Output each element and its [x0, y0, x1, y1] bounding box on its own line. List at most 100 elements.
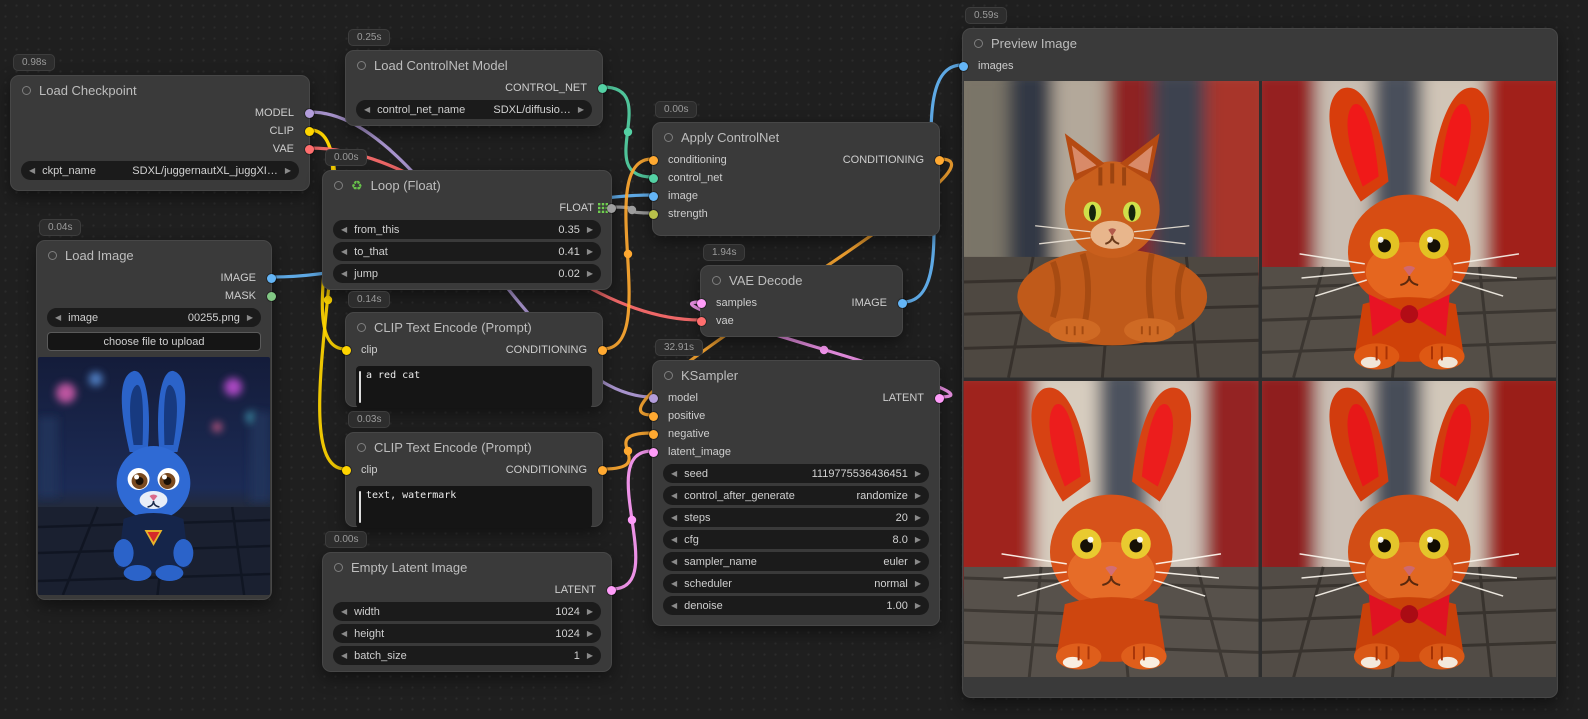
decrement-arrow-icon[interactable]: ◀	[671, 514, 677, 522]
increment-arrow-icon[interactable]: ▶	[915, 558, 921, 566]
output-dot-clip[interactable]	[305, 127, 314, 136]
output-dot-conditioning[interactable]	[935, 156, 944, 165]
input-dot-control-net[interactable]	[649, 174, 658, 183]
collapse-toggle-icon[interactable]	[664, 371, 673, 380]
input-dot-negative[interactable]	[649, 430, 658, 439]
node-header[interactable]: Load Checkpoint	[11, 76, 309, 104]
node-header[interactable]: Apply ControlNet	[653, 123, 939, 151]
node-empty-latent[interactable]: 0.00s Empty Latent Image LATENT ◀ width …	[322, 552, 612, 672]
widget-ckpt-name[interactable]: ◀ ckpt_name SDXL/juggernautXL_juggXI… ▶	[21, 161, 299, 180]
node-preview-image[interactable]: 0.59s Preview Image images	[962, 28, 1558, 698]
node-header[interactable]: Load ControlNet Model	[346, 51, 602, 79]
node-header[interactable]: Load Image	[37, 241, 271, 269]
node-header[interactable]: Preview Image	[963, 29, 1557, 57]
next-value-arrow-icon[interactable]: ▶	[285, 167, 291, 175]
decrement-arrow-icon[interactable]: ◀	[341, 270, 347, 278]
decrement-arrow-icon[interactable]: ◀	[671, 558, 677, 566]
decrement-arrow-icon[interactable]: ◀	[671, 602, 677, 610]
decrement-arrow-icon[interactable]: ◀	[671, 536, 677, 544]
widget-scheduler[interactable]: ◀ scheduler normal ▶	[663, 574, 929, 593]
output-dot-image[interactable]	[898, 299, 907, 308]
increment-arrow-icon[interactable]: ▶	[915, 470, 921, 478]
widget-cfg[interactable]: ◀ cfg 8.0 ▶	[663, 530, 929, 549]
node-header[interactable]: KSampler	[653, 361, 939, 389]
increment-arrow-icon[interactable]: ▶	[587, 630, 593, 638]
output-dot-conditioning[interactable]	[598, 466, 607, 475]
decrement-arrow-icon[interactable]: ◀	[341, 630, 347, 638]
input-dot-clip[interactable]	[342, 346, 351, 355]
output-dot-vae[interactable]	[305, 145, 314, 154]
decrement-arrow-icon[interactable]: ◀	[671, 580, 677, 588]
collapse-toggle-icon[interactable]	[334, 563, 343, 572]
node-load-checkpoint[interactable]: 0.98s Load Checkpoint MODEL CLIP VAE ◀ c…	[10, 75, 310, 191]
increment-arrow-icon[interactable]: ▶	[587, 652, 593, 660]
output-dot-latent[interactable]	[935, 394, 944, 403]
collapse-toggle-icon[interactable]	[357, 443, 366, 452]
increment-arrow-icon[interactable]: ▶	[587, 226, 593, 234]
widget-sampler-name[interactable]: ◀ sampler_name euler ▶	[663, 552, 929, 571]
collapse-toggle-icon[interactable]	[664, 133, 673, 142]
decrement-arrow-icon[interactable]: ◀	[671, 470, 677, 478]
increment-arrow-icon[interactable]: ▶	[587, 270, 593, 278]
output-dot-conditioning[interactable]	[598, 346, 607, 355]
input-dot-images[interactable]	[959, 62, 968, 71]
next-value-arrow-icon[interactable]: ▶	[578, 106, 584, 114]
collapse-toggle-icon[interactable]	[712, 276, 721, 285]
decrement-arrow-icon[interactable]: ◀	[341, 226, 347, 234]
decrement-arrow-icon[interactable]: ◀	[341, 652, 347, 660]
prev-value-arrow-icon[interactable]: ◀	[29, 167, 35, 175]
node-clip-encode-negative[interactable]: 0.03s CLIP Text Encode (Prompt) clip CON…	[345, 432, 603, 527]
widget-seed[interactable]: ◀ seed 1119775536436451 ▶	[663, 464, 929, 483]
increment-arrow-icon[interactable]: ▶	[915, 580, 921, 588]
increment-arrow-icon[interactable]: ▶	[915, 514, 921, 522]
output-dot-float[interactable]	[607, 204, 616, 213]
increment-arrow-icon[interactable]: ▶	[587, 248, 593, 256]
node-header[interactable]: VAE Decode	[701, 266, 902, 294]
increment-arrow-icon[interactable]: ▶	[587, 608, 593, 616]
node-load-controlnet[interactable]: 0.25s Load ControlNet Model CONTROL_NET …	[345, 50, 603, 126]
widget-batch-size[interactable]: ◀ batch_size 1 ▶	[333, 646, 601, 665]
widget-from-this[interactable]: ◀ from_this 0.35 ▶	[333, 220, 601, 239]
widget-denoise[interactable]: ◀ denoise 1.00 ▶	[663, 596, 929, 615]
output-dot-model[interactable]	[305, 109, 314, 118]
node-header[interactable]: Empty Latent Image	[323, 553, 611, 581]
collapse-toggle-icon[interactable]	[974, 39, 983, 48]
decrement-arrow-icon[interactable]: ◀	[341, 608, 347, 616]
collapse-toggle-icon[interactable]	[22, 86, 31, 95]
increment-arrow-icon[interactable]: ▶	[915, 602, 921, 610]
input-dot-model[interactable]	[649, 394, 658, 403]
increment-arrow-icon[interactable]: ▶	[915, 536, 921, 544]
input-dot-positive[interactable]	[649, 412, 658, 421]
widget-width[interactable]: ◀ width 1024 ▶	[333, 602, 601, 621]
collapse-toggle-icon[interactable]	[357, 61, 366, 70]
input-dot-strength[interactable]	[649, 210, 658, 219]
node-apply-controlnet[interactable]: 0.00s Apply ControlNet conditioning COND…	[652, 122, 940, 236]
collapse-toggle-icon[interactable]	[357, 323, 366, 332]
widget-to-that[interactable]: ◀ to_that 0.41 ▶	[333, 242, 601, 261]
prompt-textarea[interactable]: a red cat	[356, 366, 592, 408]
node-header[interactable]: ♻ Loop (Float)	[323, 171, 611, 199]
widget-steps[interactable]: ◀ steps 20 ▶	[663, 508, 929, 527]
output-dot-latent[interactable]	[607, 586, 616, 595]
widget-jump[interactable]: ◀ jump 0.02 ▶	[333, 264, 601, 283]
choose-file-button[interactable]: choose file to upload	[47, 332, 261, 351]
collapse-toggle-icon[interactable]	[334, 181, 343, 190]
prompt-textarea[interactable]: text, watermark	[356, 486, 592, 528]
node-header[interactable]: CLIP Text Encode (Prompt)	[346, 433, 602, 461]
node-header[interactable]: CLIP Text Encode (Prompt)	[346, 313, 602, 341]
output-dot-image[interactable]	[267, 274, 276, 283]
prev-value-arrow-icon[interactable]: ◀	[364, 106, 370, 114]
decrement-arrow-icon[interactable]: ◀	[341, 248, 347, 256]
input-dot-samples[interactable]	[697, 299, 706, 308]
node-vae-decode[interactable]: 1.94s VAE Decode samples IMAGE vae	[700, 265, 903, 337]
increment-arrow-icon[interactable]: ▶	[915, 492, 921, 500]
input-dot-conditioning[interactable]	[649, 156, 658, 165]
node-ksampler[interactable]: 32.91s KSampler model LATENT positive ne…	[652, 360, 940, 626]
node-loop-float[interactable]: 0.00s ♻ Loop (Float) FLOAT ◀ from_this 0…	[322, 170, 612, 290]
widget-control-after-generate[interactable]: ◀ control_after_generate randomize ▶	[663, 486, 929, 505]
widget-height[interactable]: ◀ height 1024 ▶	[333, 624, 601, 643]
output-dot-mask[interactable]	[267, 292, 276, 301]
node-clip-encode-positive[interactable]: 0.14s CLIP Text Encode (Prompt) clip CON…	[345, 312, 603, 407]
node-load-image[interactable]: 0.04s Load Image IMAGE MASK ◀ image 0025…	[36, 240, 272, 600]
widget-image-file[interactable]: ◀ image 00255.png ▶	[47, 308, 261, 327]
